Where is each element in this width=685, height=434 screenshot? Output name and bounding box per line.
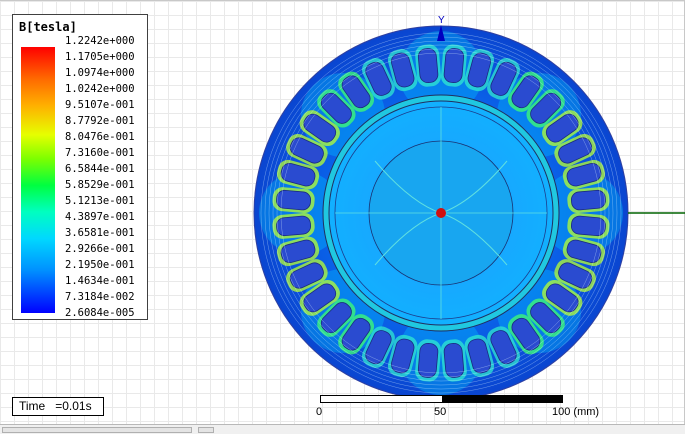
scrollbar-track[interactable] (2, 427, 192, 433)
scale-bar-white-segment (320, 395, 443, 403)
legend-value: 4.3897e-001 (65, 211, 135, 223)
time-display: Time =0.01s (12, 397, 104, 416)
legend-value: 1.2242e+000 (65, 35, 135, 47)
color-legend[interactable]: B[tesla] 1.2242e+000 1.1705e+000 1.0974e+0… (12, 14, 148, 320)
legend-value: 1.1705e+000 (65, 51, 135, 63)
legend-value: 3.6581e-001 (65, 227, 135, 239)
legend-value: 7.3184e-002 (65, 291, 135, 303)
scale-label-50: 50 (434, 406, 447, 418)
legend-value: 1.0974e+000 (65, 67, 135, 79)
scale-bar (320, 395, 563, 403)
horizontal-scrollbar[interactable] (0, 424, 685, 434)
legend-value: 8.7792e-001 (65, 115, 135, 127)
legend-title: B[tesla] (19, 20, 77, 34)
legend-value: 7.3160e-001 (65, 147, 135, 159)
legend-value: 9.5107e-001 (65, 99, 135, 111)
legend-value: 1.0242e+000 (65, 83, 135, 95)
y-axis-label: Y (438, 15, 445, 26)
legend-value: 2.6084e-005 (65, 307, 135, 319)
legend-value: 5.8529e-001 (65, 179, 135, 191)
legend-value: 2.9266e-001 (65, 243, 135, 255)
scrollbar-right-button[interactable] (198, 427, 214, 433)
legend-value: 8.0476e-001 (65, 131, 135, 143)
motor-cross-section: Y (253, 15, 685, 401)
legend-color-bar (21, 47, 55, 313)
scale-bar-black-segment (442, 395, 563, 403)
legend-value: 5.1213e-001 (65, 195, 135, 207)
origin-marker-icon (436, 208, 446, 218)
legend-value: 6.5844e-001 (65, 163, 135, 175)
scale-label-0: 0 (316, 406, 323, 418)
legend-value: 2.1950e-001 (65, 259, 135, 271)
legend-value: 1.4634e-001 (65, 275, 135, 287)
scale-label-100: 100 (mm) (552, 406, 600, 418)
